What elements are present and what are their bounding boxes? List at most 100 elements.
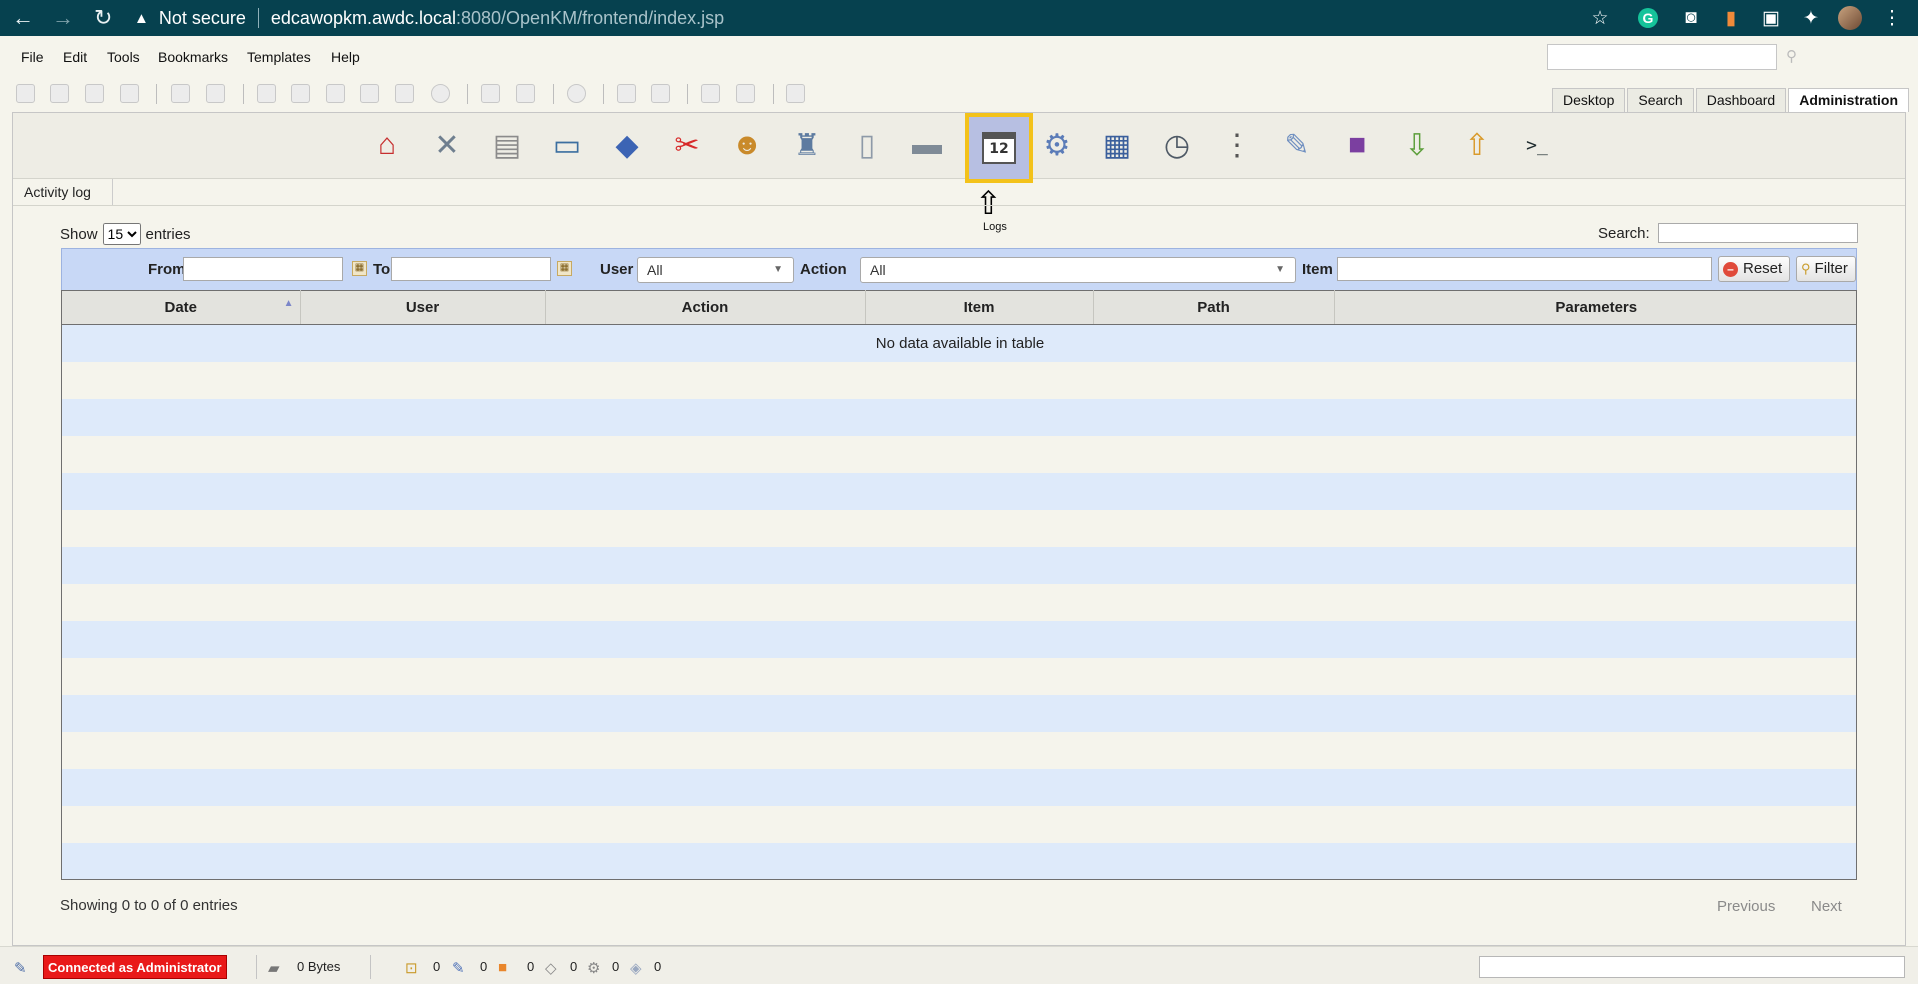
reload-button[interactable]: ↻ xyxy=(94,6,112,30)
column-header-date[interactable]: Date ▲ xyxy=(62,290,301,325)
column-header-parameters[interactable]: Parameters xyxy=(1334,290,1856,325)
unlock-icon[interactable] xyxy=(206,84,225,103)
bookmark-extension-icon[interactable]: ▮ xyxy=(1719,6,1743,30)
delete-icon[interactable] xyxy=(291,84,310,103)
checkout-docs-icon[interactable]: ✎ xyxy=(452,959,465,977)
reset-button[interactable]: – Reset xyxy=(1718,256,1791,282)
remove-icon[interactable] xyxy=(431,84,450,103)
purple-folder-icon[interactable]: ■ xyxy=(1335,123,1379,167)
import-icon[interactable]: ⇩ xyxy=(1395,123,1439,167)
item-input[interactable] xyxy=(1337,257,1712,281)
preview-icon[interactable]: ▯ xyxy=(845,123,889,167)
to-date-input[interactable] xyxy=(391,257,551,281)
tag-icon[interactable]: ◇ xyxy=(545,959,557,977)
page-size-select[interactable]: 15 xyxy=(102,223,141,245)
cancel-checkout-icon[interactable] xyxy=(395,84,414,103)
window-settings-icon[interactable]: ▦ xyxy=(1095,123,1139,167)
find-document-icon[interactable] xyxy=(85,84,104,103)
table-info: Showing 0 to 0 of 0 entries xyxy=(60,897,238,914)
monitor-icon[interactable]: ▭ xyxy=(545,123,589,167)
list-icon[interactable]: ⋮ xyxy=(1215,123,1259,167)
export-icon[interactable]: ⇧ xyxy=(1455,123,1499,167)
filter-button[interactable]: ⚲ Filter xyxy=(1796,256,1856,282)
address-bar[interactable]: ▲ Not secure edcawopkm.awdc.local :8080/… xyxy=(134,4,724,32)
menu-templates[interactable]: Templates xyxy=(247,49,311,65)
breadcrumb[interactable]: Activity log xyxy=(13,179,113,205)
from-date-input[interactable] xyxy=(183,257,343,281)
menu-tools[interactable]: Tools xyxy=(107,49,140,65)
scanner-toolbar-icon[interactable] xyxy=(786,84,805,103)
diamond-icon[interactable]: ◆ xyxy=(605,123,649,167)
menu-help[interactable]: Help xyxy=(331,49,360,65)
tab-dashboard[interactable]: Dashboard xyxy=(1695,88,1787,112)
add-subscription-icon[interactable] xyxy=(617,84,636,103)
tab-search[interactable]: Search xyxy=(1627,88,1694,112)
search-icon[interactable]: ⚲ xyxy=(1786,47,1797,65)
tab-administration[interactable]: Administration xyxy=(1788,88,1909,112)
column-header-item[interactable]: Item xyxy=(865,290,1094,325)
logs-tooltip: Logs xyxy=(983,221,1007,233)
calendar-icon[interactable]: 12 xyxy=(965,113,1033,183)
menu-edit[interactable]: Edit xyxy=(63,49,87,65)
clock-icon[interactable]: ◷ xyxy=(1155,123,1199,167)
table-row xyxy=(62,657,1856,695)
kebab-menu-icon[interactable]: ⋮ xyxy=(1880,6,1904,30)
terminal-icon[interactable]: >_ xyxy=(1515,123,1559,167)
bookmark-star-icon[interactable]: ☆ xyxy=(1588,6,1612,30)
back-button[interactable]: ← xyxy=(12,6,34,30)
warning-icon: ▲ xyxy=(134,9,149,27)
create-folder-icon[interactable] xyxy=(16,84,35,103)
column-header-action[interactable]: Action xyxy=(545,290,866,325)
search-doc-icon[interactable]: ▤ xyxy=(485,123,529,167)
scanner-icon[interactable]: ▬ xyxy=(905,123,949,167)
screencast-icon[interactable]: ▣ xyxy=(1759,6,1783,30)
gear-icon[interactable]: ⚙ xyxy=(1035,123,1079,167)
subscription-icon[interactable]: ■ xyxy=(498,959,507,976)
remove-property-group-icon[interactable] xyxy=(516,84,535,103)
check-in-icon[interactable] xyxy=(360,84,379,103)
add-document-icon[interactable] xyxy=(257,84,276,103)
connection-status: Connected as Administrator xyxy=(43,955,227,979)
refresh-icon[interactable] xyxy=(701,84,720,103)
workflow-icon[interactable] xyxy=(567,84,586,103)
quick-search-input[interactable] xyxy=(1547,44,1777,70)
remove-subscription-icon[interactable] xyxy=(651,84,670,103)
menu-bookmarks[interactable]: Bookmarks xyxy=(158,49,228,65)
user-select-value: All xyxy=(647,262,663,278)
home-icon[interactable]: ⌂ xyxy=(365,123,409,167)
print-icon[interactable] xyxy=(120,84,139,103)
tab-desktop[interactable]: Desktop xyxy=(1552,88,1626,112)
scissors-icon[interactable]: ✂ xyxy=(665,123,709,167)
forward-button[interactable]: → xyxy=(52,6,74,30)
action-select[interactable]: All ▼ xyxy=(860,257,1296,283)
table-search-input[interactable] xyxy=(1657,223,1858,243)
users-icon[interactable]: ☻ xyxy=(725,123,769,167)
check-out-icon[interactable] xyxy=(326,84,345,103)
user-label: User xyxy=(600,261,634,278)
locked-docs-icon[interactable]: ⊡ xyxy=(405,959,418,977)
column-header-path[interactable]: Path xyxy=(1093,290,1335,325)
user-select[interactable]: All ▼ xyxy=(637,257,794,283)
breadcrumb-divider xyxy=(13,205,1905,206)
table-cell xyxy=(62,509,1856,547)
profile-avatar[interactable] xyxy=(1838,6,1862,30)
column-header-user[interactable]: User xyxy=(300,290,546,325)
to-calendar-icon[interactable]: ▦ xyxy=(557,261,572,276)
pencil-cup-icon[interactable]: ✎ xyxy=(1275,123,1319,167)
find-folder-icon[interactable] xyxy=(50,84,69,103)
home-toolbar-icon[interactable] xyxy=(736,84,755,103)
tools-icon[interactable]: ✕ xyxy=(425,123,469,167)
puzzle-icon[interactable]: ✦ xyxy=(1799,6,1823,30)
menu-file[interactable]: File xyxy=(21,49,44,65)
camera-icon[interactable]: ◙ xyxy=(1679,6,1703,30)
tooltip-arrow-icon: ⇧ xyxy=(975,185,1002,221)
chess-icon[interactable]: ♜ xyxy=(785,123,829,167)
lock-icon[interactable] xyxy=(171,84,190,103)
add-property-group-icon[interactable] xyxy=(481,84,500,103)
workflow-gear-icon[interactable]: ⚙ xyxy=(587,959,600,977)
previous-button[interactable]: Previous xyxy=(1717,898,1775,915)
next-button[interactable]: Next xyxy=(1811,898,1842,915)
grammarly-icon[interactable]: G xyxy=(1638,8,1658,28)
from-calendar-icon[interactable]: ▦ xyxy=(352,261,367,276)
message-icon[interactable]: ◈ xyxy=(630,959,642,977)
